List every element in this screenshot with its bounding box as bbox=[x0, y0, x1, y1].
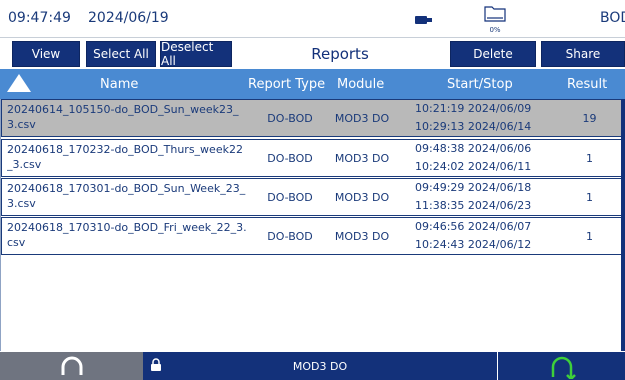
report-start-stop: 09:48:38 2024/06/06 10:24:02 2024/06/11 bbox=[415, 140, 585, 176]
view-button[interactable]: View bbox=[12, 41, 80, 67]
report-module: MOD3 DO bbox=[334, 111, 390, 125]
table-header: Name Report Type Module Start/Stop Resul… bbox=[0, 69, 625, 99]
report-stop: 11:38:35 2024/06/23 bbox=[415, 199, 532, 212]
delete-button[interactable]: Delete bbox=[450, 41, 536, 67]
report-name: 20240618_170301-do_BOD_Sun_Week_23_3.csv bbox=[7, 182, 246, 210]
column-header-report-type[interactable]: Report Type bbox=[248, 69, 325, 99]
deselect-all-button[interactable]: Deselect All bbox=[160, 40, 232, 68]
status-bar: 09:47:49 2024/06/19 0% BOD bbox=[0, 0, 625, 38]
folder-icon bbox=[484, 6, 506, 22]
report-type: DO-BOD bbox=[267, 111, 313, 125]
report-result: 1 bbox=[586, 190, 593, 204]
scrollbar[interactable] bbox=[621, 99, 625, 351]
storage-percent: 0% bbox=[489, 26, 501, 34]
bottom-bar: MOD3 DO bbox=[0, 352, 625, 380]
column-header-result[interactable]: Result bbox=[567, 69, 607, 99]
report-start: 10:21:19 2024/06/09 bbox=[415, 102, 532, 115]
column-header-name[interactable]: Name bbox=[100, 69, 138, 99]
report-type: DO-BOD bbox=[267, 151, 313, 165]
table-row[interactable]: 20240614_105150-do_BOD_Sun_week23_3.csv … bbox=[1, 99, 622, 137]
bottom-module-label: MOD3 DO bbox=[292, 359, 348, 373]
status-date: 2024/06/19 bbox=[88, 10, 169, 26]
report-name: 20240618_170232-do_BOD_Thurs_week22_3.cs… bbox=[7, 143, 243, 171]
status-time: 09:47:49 bbox=[8, 10, 71, 26]
sort-up-icon[interactable] bbox=[7, 74, 31, 92]
refresh-button[interactable] bbox=[497, 352, 625, 380]
report-start-stop: 09:46:56 2024/06/07 10:24:43 2024/06/12 bbox=[415, 218, 585, 254]
usb-icon bbox=[415, 16, 432, 24]
select-all-button[interactable]: Select All bbox=[86, 41, 156, 67]
report-table: 20240614_105150-do_BOD_Sun_week23_3.csv … bbox=[0, 99, 622, 351]
table-row[interactable]: 20240618_170232-do_BOD_Thurs_week22_3.cs… bbox=[1, 139, 622, 177]
column-header-module[interactable]: Module bbox=[337, 69, 384, 99]
report-start-stop: 10:21:19 2024/06/09 10:29:13 2024/06/14 bbox=[415, 100, 585, 136]
report-module: MOD3 DO bbox=[334, 190, 390, 204]
lock-icon bbox=[151, 358, 161, 371]
column-header-start-stop[interactable]: Start/Stop bbox=[447, 69, 513, 99]
report-type: DO-BOD bbox=[267, 190, 313, 204]
headset-icon bbox=[61, 356, 82, 375]
report-start-stop: 09:49:29 2024/06/18 11:38:35 2024/06/23 bbox=[415, 179, 585, 215]
share-button[interactable]: Share bbox=[541, 41, 625, 67]
report-start: 09:46:56 2024/06/07 bbox=[415, 220, 532, 233]
report-type: DO-BOD bbox=[267, 229, 313, 243]
toolbar: View Select All Deselect All Reports Del… bbox=[0, 38, 625, 68]
table-row[interactable]: 20240618_170310-do_BOD_Fri_week_22_3.csv… bbox=[1, 217, 622, 255]
report-module: MOD3 DO bbox=[334, 151, 390, 165]
report-name: 20240618_170310-do_BOD_Fri_week_22_3.csv bbox=[7, 221, 247, 249]
report-stop: 10:24:43 2024/06/12 bbox=[415, 238, 532, 251]
report-stop: 10:29:13 2024/06/14 bbox=[415, 120, 532, 133]
report-name: 20240614_105150-do_BOD_Sun_week23_3.csv bbox=[7, 103, 239, 131]
report-stop: 10:24:02 2024/06/11 bbox=[415, 160, 532, 173]
refresh-icon bbox=[551, 356, 576, 379]
status-device: BOD bbox=[600, 10, 625, 26]
page-title: Reports bbox=[311, 45, 369, 63]
table-row[interactable]: 20240618_170301-do_BOD_Sun_Week_23_3.csv… bbox=[1, 178, 622, 216]
sensor-left-button[interactable] bbox=[0, 352, 143, 380]
report-result: 19 bbox=[582, 111, 597, 125]
report-result: 1 bbox=[586, 229, 593, 243]
report-result: 1 bbox=[586, 151, 593, 165]
report-start: 09:48:38 2024/06/06 bbox=[415, 142, 532, 155]
report-start: 09:49:29 2024/06/18 bbox=[415, 181, 532, 194]
report-module: MOD3 DO bbox=[334, 229, 390, 243]
